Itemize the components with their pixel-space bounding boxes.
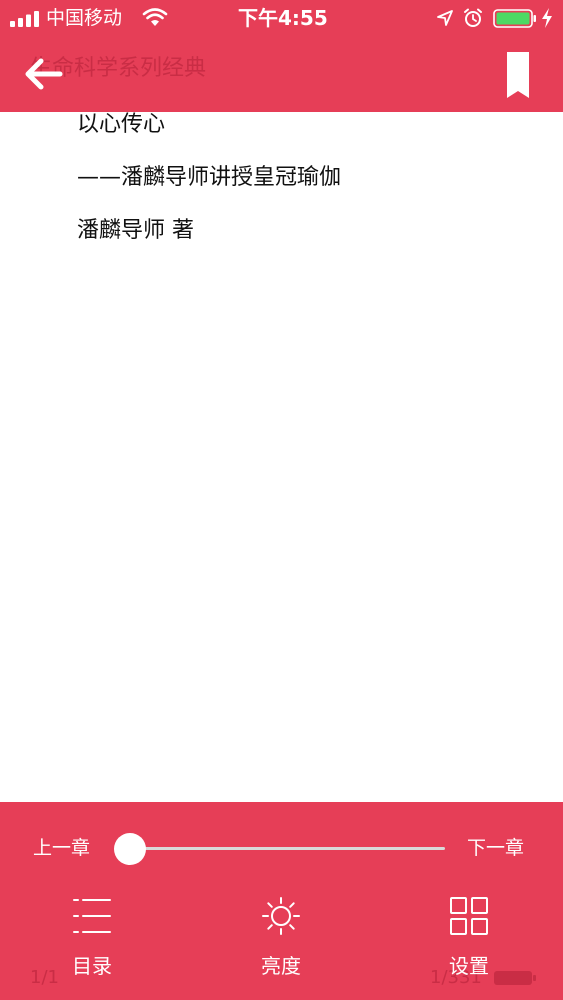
- book-author-line: 潘麟导师 著: [77, 218, 194, 243]
- battery-icon: [493, 9, 536, 28]
- tab-table-of-contents[interactable]: 目录: [37, 894, 147, 986]
- tab-settings[interactable]: 设置: [414, 894, 524, 986]
- tab-label-toc: 目录: [72, 954, 112, 978]
- book-subtitle-line: ——潘麟导师讲授皇冠瑜伽: [77, 165, 342, 190]
- reading-content: 以心传心 ——潘麟导师讲授皇冠瑜伽 潘麟导师 著: [0, 112, 563, 802]
- reader-control-panel: 1/1 1/331 上一章 下一章 目录 亮度 设置: [0, 802, 563, 1000]
- arrow-left-icon: [25, 58, 63, 90]
- tab-label-brightness: 亮度: [261, 954, 301, 978]
- top-bar: 中国移动 下午4:55 生命科学系列经典: [0, 0, 563, 112]
- wifi-icon: [142, 8, 168, 26]
- grid-icon: [450, 897, 488, 935]
- status-bar: 中国移动 下午4:55: [0, 0, 563, 38]
- chapter-progress-slider[interactable]: [130, 847, 445, 850]
- tab-brightness[interactable]: 亮度: [226, 894, 336, 986]
- tab-label-settings: 设置: [449, 954, 489, 978]
- back-button[interactable]: [20, 50, 68, 98]
- book-title-line: 以心传心: [77, 112, 166, 137]
- location-arrow-icon: [437, 10, 453, 26]
- bookmark-button[interactable]: [500, 48, 536, 102]
- status-time: 下午4:55: [238, 6, 328, 30]
- slider-thumb[interactable]: [114, 833, 146, 865]
- alarm-clock-icon: [464, 8, 482, 27]
- reader-screen: 中国移动 下午4:55 生命科学系列经典 以心传心 ——潘麟导师讲授皇冠瑜伽 潘…: [0, 0, 563, 1000]
- previous-chapter-button[interactable]: 上一章: [33, 835, 90, 861]
- cellular-signal-icon: [10, 11, 39, 27]
- carrier-name: 中国移动: [46, 7, 123, 29]
- charging-bolt-icon: [542, 8, 552, 28]
- next-chapter-button[interactable]: 下一章: [467, 835, 524, 861]
- nav-bar: 生命科学系列经典: [0, 38, 563, 112]
- bookmark-icon: [507, 52, 529, 98]
- sun-icon: [262, 897, 300, 935]
- list-icon: [73, 899, 111, 933]
